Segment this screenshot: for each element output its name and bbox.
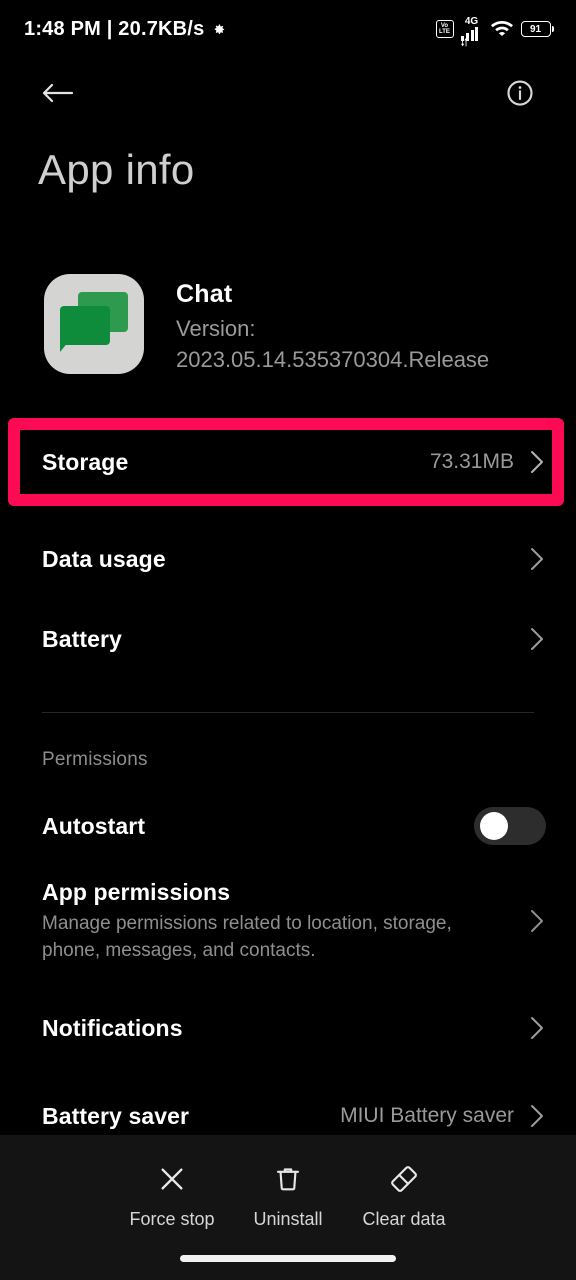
wifi-icon bbox=[490, 18, 514, 41]
storage-row-container: Storage 73.31MB bbox=[0, 418, 576, 506]
app-details-info-button[interactable] bbox=[500, 75, 540, 115]
row-app-permissions-texts: App permissions Manage permissions relat… bbox=[42, 879, 528, 964]
row-storage-texts: Storage bbox=[42, 449, 430, 476]
clear-data-label: Clear data bbox=[362, 1209, 446, 1229]
app-info-screen: 1:48 PM | 20.7KB/s Vo LTE 4G 91 App info… bbox=[0, 0, 576, 1280]
force-stop-label: Force stop bbox=[129, 1209, 215, 1229]
chevron-right-icon bbox=[528, 1015, 546, 1041]
back-arrow-icon bbox=[41, 80, 75, 111]
info-circle-icon bbox=[505, 78, 535, 113]
row-data-usage[interactable]: Data usage bbox=[0, 522, 576, 596]
status-bar-left: 1:48 PM | 20.7KB/s bbox=[24, 18, 226, 41]
row-autostart-title: Autostart bbox=[42, 812, 146, 839]
uninstall-label: Uninstall bbox=[253, 1209, 323, 1229]
section-label-permissions: Permissions bbox=[42, 749, 148, 770]
row-battery-saver-value: MIUI Battery saver bbox=[340, 1104, 514, 1127]
chevron-right-icon bbox=[528, 908, 546, 934]
uninstall-button[interactable]: Uninstall bbox=[230, 1163, 346, 1230]
force-stop-button[interactable]: Force stop bbox=[114, 1163, 230, 1230]
row-data-usage-title: Data usage bbox=[42, 545, 166, 572]
settings-list: Storage 73.31MB Data usage Battery Permi… bbox=[0, 418, 576, 1153]
row-battery[interactable]: Battery bbox=[0, 596, 576, 682]
chevron-right-icon bbox=[528, 1103, 546, 1129]
row-data-usage-texts: Data usage bbox=[42, 546, 528, 573]
chat-app-icon bbox=[44, 274, 144, 374]
volte-icon: Vo LTE bbox=[435, 20, 454, 38]
app-meta: Chat Version: 2023.05.14.535370304.Relea… bbox=[176, 274, 516, 375]
cellular-signal-icon: 4G bbox=[460, 16, 483, 47]
data-arrows-icon bbox=[460, 36, 468, 47]
row-notifications[interactable]: Notifications bbox=[0, 991, 576, 1065]
row-battery-saver-title: Battery saver bbox=[42, 1102, 190, 1129]
status-bar: 1:48 PM | 20.7KB/s Vo LTE 4G 91 bbox=[0, 0, 576, 58]
app-version: Version: 2023.05.14.535370304.Release bbox=[176, 316, 490, 372]
app-name: Chat bbox=[176, 280, 233, 308]
row-app-permissions[interactable]: App permissions Manage permissions relat… bbox=[0, 873, 576, 969]
chat-bubble-tail bbox=[60, 336, 73, 352]
page-title: App info bbox=[38, 146, 195, 193]
row-storage-value: 73.31MB bbox=[429, 450, 514, 473]
autostart-toggle[interactable] bbox=[474, 807, 546, 845]
row-app-permissions-subtitle: Manage permissions related to location, … bbox=[42, 912, 452, 961]
toggle-knob bbox=[480, 812, 508, 840]
trash-icon bbox=[272, 1163, 304, 1200]
battery-percent-label: 91 bbox=[529, 23, 542, 35]
status-clock: 1:48 PM | 20.7KB/s bbox=[24, 17, 205, 40]
row-storage[interactable]: Storage 73.31MB bbox=[0, 430, 576, 494]
bottom-action-bar: Force stop Uninstall Clear data bbox=[0, 1135, 576, 1280]
clear-data-button[interactable]: Clear data bbox=[346, 1163, 462, 1230]
home-indicator[interactable] bbox=[180, 1255, 396, 1262]
row-autostart[interactable]: Autostart bbox=[0, 795, 576, 857]
row-notifications-title: Notifications bbox=[42, 1014, 183, 1041]
row-battery-texts: Battery bbox=[42, 626, 528, 653]
status-bar-right: Vo LTE 4G 91 bbox=[435, 16, 554, 47]
top-navigation-bar bbox=[0, 62, 576, 128]
row-app-permissions-title: App permissions bbox=[42, 878, 231, 905]
chevron-right-icon bbox=[528, 449, 546, 475]
eraser-icon bbox=[388, 1163, 420, 1200]
row-battery-title: Battery bbox=[42, 625, 122, 652]
chevron-right-icon bbox=[528, 546, 546, 572]
back-button[interactable] bbox=[38, 75, 78, 115]
row-notifications-texts: Notifications bbox=[42, 1015, 528, 1042]
row-autostart-texts: Autostart bbox=[42, 813, 474, 840]
network-type-label: 4G bbox=[464, 16, 479, 27]
battery-icon: 91 bbox=[520, 21, 554, 37]
volte-bottom-text: LTE bbox=[439, 29, 450, 35]
row-battery-saver-texts: Battery saver bbox=[42, 1103, 340, 1130]
chevron-right-icon bbox=[528, 626, 546, 652]
row-storage-title: Storage bbox=[42, 448, 129, 475]
app-summary-header: Chat Version: 2023.05.14.535370304.Relea… bbox=[44, 274, 546, 375]
gear-icon bbox=[211, 22, 226, 37]
battery-cap bbox=[551, 26, 554, 32]
close-x-icon bbox=[156, 1163, 188, 1200]
signal-bars bbox=[460, 27, 483, 47]
